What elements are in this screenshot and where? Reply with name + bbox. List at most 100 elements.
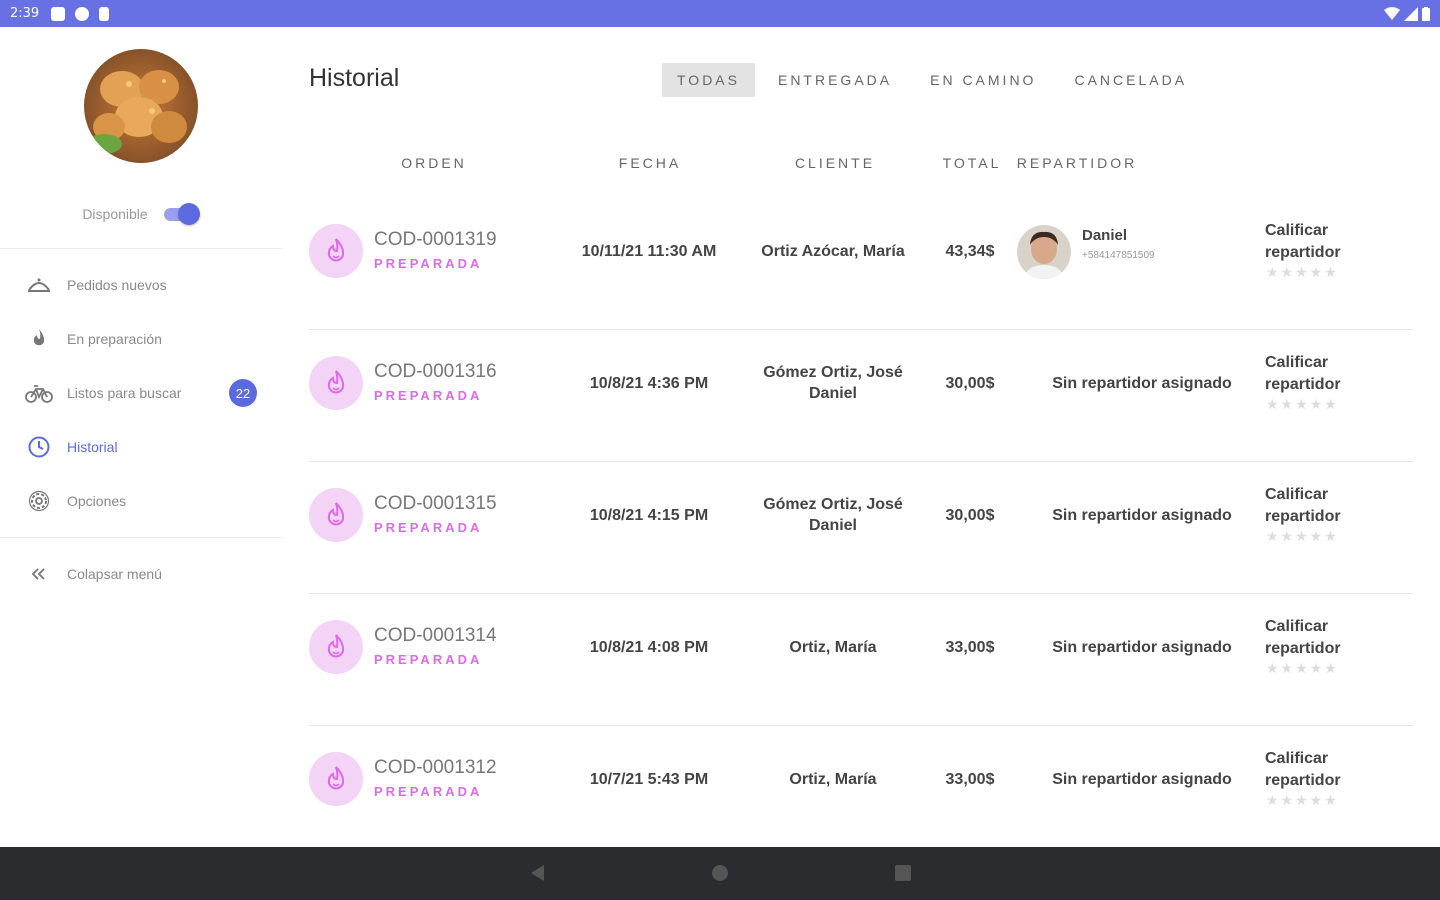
rate-driver-label: Calificar repartidor [1265,618,1341,657]
no-driver-label: Sin repartidor asignado [1052,639,1232,656]
driver-phone: +584147851509 [1082,250,1155,261]
availability-row: Disponible [0,199,282,229]
order-row[interactable]: COD-0001314 PREPARADA 10/8/21 4:08 PM Or… [309,594,1413,726]
sd-card-icon [99,6,110,21]
status-filter-tabs: TODAS ENTREGADA EN CAMINO CANCELADA [662,62,1210,98]
bicycle-icon [24,378,54,408]
order-status: PREPARADA [374,652,483,667]
flame-icon [309,752,363,806]
sidebar-item-label: Historial [67,439,118,455]
order-row[interactable]: COD-0001312 PREPARADA 10/7/21 5:43 PM Or… [309,726,1413,858]
status-bar: 2:39 [0,0,1440,27]
rate-driver-label: Calificar repartidor [1265,750,1341,789]
order-date: 10/8/21 4:36 PM [589,375,709,392]
wifi-icon [1384,6,1400,20]
sidebar-divider [0,537,282,538]
app-notification-icon [75,6,90,21]
tab-entregada[interactable]: ENTREGADA [763,63,907,97]
driver-name: Daniel [1082,227,1128,244]
order-row[interactable]: COD-0001319 PREPARADA 10/11/21 11:30 AM … [309,198,1413,330]
no-driver-label: Sin repartidor asignado [1052,375,1232,392]
sidebar-item-label: Pedidos nuevos [67,277,167,293]
order-total: 30,00$ [945,375,995,392]
collapse-menu-label: Colapsar menú [67,566,162,582]
rating-stars[interactable]: ★★★★★ [1266,660,1339,677]
rate-driver-label: Calificar repartidor [1265,354,1341,393]
flame-icon [24,324,54,354]
double-chevron-left-icon [24,559,54,589]
column-header-fecha: FECHA [618,155,682,171]
flame-icon [309,356,363,410]
order-row[interactable]: COD-0001316 PREPARADA 10/8/21 4:36 PM Gó… [309,330,1413,462]
sidebar-item-historial[interactable]: Historial [0,427,282,467]
order-status: PREPARADA [374,520,483,535]
sidebar-item-label: En preparación [67,331,162,347]
order-total: 33,00$ [945,639,995,656]
flame-icon [309,620,363,674]
battery-icon [1422,6,1430,21]
driver-avatar [1017,225,1071,279]
sidebar-item-en-preparacion[interactable]: En preparación [0,319,282,359]
sidebar-item-opciones[interactable]: Opciones [0,481,282,521]
order-total: 43,34$ [945,243,995,260]
column-header-repartidor: REPARTIDOR [1016,155,1138,171]
no-driver-label: Sin repartidor asignado [1052,507,1232,524]
order-code: COD-0001315 [374,493,497,514]
order-client: Gómez Ortiz, José Daniel [763,364,903,402]
no-driver-label: Sin repartidor asignado [1052,771,1232,788]
column-header-total: TOTAL [942,155,1002,171]
order-total: 33,00$ [945,771,995,788]
order-client: Ortiz, María [789,639,877,656]
cell-signal-icon [1404,6,1418,21]
flame-icon [309,224,363,278]
order-client: Ortiz, María [789,771,877,788]
order-date: 10/8/21 4:08 PM [589,639,709,656]
rate-driver-label: Calificar repartidor [1265,486,1341,525]
order-status: PREPARADA [374,784,483,799]
ready-count-badge: 22 [229,379,257,407]
sidebar: Disponible Pedidos nuevos En preparación… [0,27,282,847]
rating-stars[interactable]: ★★★★★ [1266,396,1339,413]
order-client: Gómez Ortiz, José Daniel [763,496,903,534]
rating-stars[interactable]: ★★★★★ [1266,264,1339,281]
status-time: 2:39 [10,6,40,21]
order-row[interactable]: COD-0001315 PREPARADA 10/8/21 4:15 PM Gó… [309,462,1413,594]
rating-stars[interactable]: ★★★★★ [1266,528,1339,545]
order-total: 30,00$ [945,507,995,524]
rating-stars[interactable]: ★★★★★ [1266,792,1339,809]
sidebar-item-label: Opciones [67,493,127,509]
tab-todas[interactable]: TODAS [662,63,755,97]
order-date: 10/7/21 5:43 PM [589,771,709,788]
home-icon[interactable] [710,863,730,883]
system-nav-bar [0,847,1440,900]
order-code: COD-0001314 [374,625,497,646]
column-header-orden: ORDEN [401,155,467,171]
order-code: COD-0001312 [374,757,497,778]
clock-icon [24,432,54,462]
sidebar-divider [0,248,282,249]
rate-driver-label: Calificar repartidor [1265,222,1341,261]
tab-en-camino[interactable]: EN CAMINO [915,63,1051,97]
sidebar-item-pedidos-nuevos[interactable]: Pedidos nuevos [0,265,282,305]
collapse-menu-button[interactable]: Colapsar menú [0,554,282,594]
order-date: 10/8/21 4:15 PM [589,507,709,524]
order-status: PREPARADA [374,256,483,271]
availability-toggle[interactable] [162,202,200,226]
order-code: COD-0001319 [374,229,497,250]
gear-icon [24,486,54,516]
flame-icon [309,488,363,542]
food-tray-icon [24,270,54,300]
availability-label: Disponible [82,206,148,222]
column-header-cliente: CLIENTE [794,155,876,171]
order-date: 10/11/21 11:30 AM [581,243,717,260]
restaurant-avatar[interactable] [84,49,198,163]
order-code: COD-0001316 [374,361,497,382]
sidebar-item-label: Listos para buscar [67,385,182,401]
notification-icon [51,6,66,21]
order-status: PREPARADA [374,388,483,403]
page-title: Historial [309,64,400,92]
tab-cancelada[interactable]: CANCELADA [1059,63,1202,97]
sidebar-item-listos-para-buscar[interactable]: Listos para buscar 22 [0,373,282,413]
back-icon[interactable] [528,863,548,883]
recents-icon[interactable] [893,863,913,883]
